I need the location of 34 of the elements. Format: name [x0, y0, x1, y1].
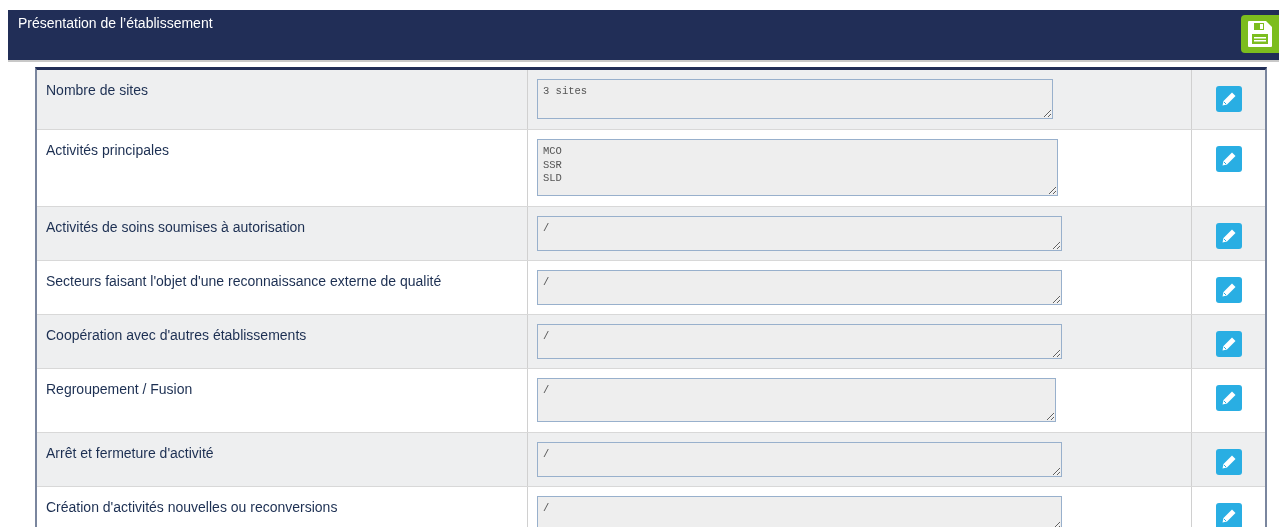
- text-area[interactable]: /: [537, 442, 1062, 477]
- pencil-icon: [1220, 91, 1237, 107]
- field-label: Création d'activités nouvelles ou reconversions: [37, 487, 528, 527]
- pencil-icon: [1220, 508, 1237, 524]
- panel-title: Présentation de l’établissement: [17, 14, 213, 31]
- pencil-icon: [1220, 390, 1237, 406]
- edit-button[interactable]: [1215, 503, 1242, 527]
- text-area[interactable]: MCO SSR SLD: [537, 139, 1058, 196]
- field-label: Nombre de sites: [37, 70, 528, 129]
- edit-button[interactable]: [1215, 277, 1242, 303]
- save-button[interactable]: [1241, 15, 1279, 53]
- text-area[interactable]: /: [537, 496, 1062, 527]
- text-area[interactable]: /: [537, 216, 1062, 251]
- text-area[interactable]: /: [537, 378, 1056, 422]
- field-label: Activités de soins soumises à autorisation: [37, 207, 528, 260]
- pencil-icon: [1220, 454, 1237, 470]
- edit-button[interactable]: [1215, 86, 1242, 112]
- field-label: Coopération avec d'autres établissements: [37, 315, 528, 368]
- edit-button[interactable]: [1215, 385, 1242, 411]
- edit-button[interactable]: [1215, 146, 1242, 172]
- text-area[interactable]: /: [537, 324, 1062, 359]
- pencil-icon: [1220, 151, 1237, 167]
- field-label: Regroupement / Fusion: [37, 369, 528, 432]
- edit-button[interactable]: [1215, 331, 1242, 357]
- edit-button[interactable]: [1215, 449, 1242, 475]
- field-label: Arrêt et fermeture d'activité: [37, 433, 528, 486]
- pencil-icon: [1220, 282, 1237, 298]
- text-area[interactable]: 3 sites: [537, 79, 1053, 119]
- edit-button[interactable]: [1215, 223, 1242, 249]
- field-label: Activités principales: [37, 130, 528, 206]
- text-area[interactable]: /: [537, 270, 1062, 305]
- pencil-icon: [1220, 228, 1237, 244]
- field-label: Secteurs faisant l'objet d'une reconnaissance externe de qualité: [37, 261, 528, 314]
- pencil-icon: [1220, 336, 1237, 352]
